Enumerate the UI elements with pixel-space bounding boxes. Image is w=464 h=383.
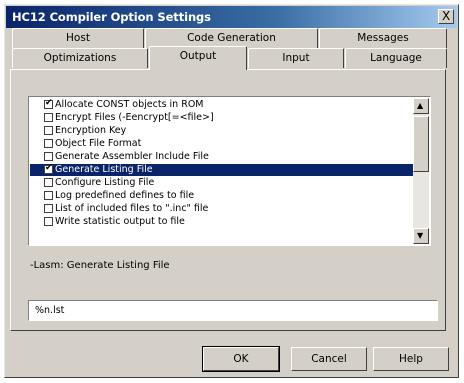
- list-item-label: Generate Assembler Include File: [55, 151, 209, 162]
- checkbox[interactable]: [44, 139, 53, 148]
- options-list[interactable]: ✔ Allocate CONST objects in ROM Encrypt …: [28, 96, 431, 246]
- tab-output[interactable]: Output: [149, 46, 247, 70]
- list-item-label: Log predefined defines to file: [55, 190, 195, 201]
- checkbox[interactable]: [44, 113, 53, 122]
- checkbox[interactable]: ✔: [44, 98, 53, 109]
- tab-host[interactable]: Host: [12, 28, 144, 48]
- help-button[interactable]: Help: [373, 347, 449, 371]
- checkbox[interactable]: [44, 126, 53, 135]
- tab-row-front: Optimizations Output Input Language: [12, 46, 448, 70]
- list-item-label: Write statistic output to file: [55, 216, 185, 227]
- tab-optimizations[interactable]: Optimizations: [12, 48, 148, 68]
- list-item-label: Generate Listing File: [55, 164, 153, 175]
- tab-input[interactable]: Input: [248, 48, 344, 68]
- check-icon: ✔: [45, 163, 53, 173]
- checkbox[interactable]: [44, 178, 53, 187]
- check-icon: ✔: [45, 98, 53, 108]
- cancel-button[interactable]: Cancel: [291, 347, 367, 371]
- checkbox[interactable]: [44, 191, 53, 200]
- list-item-label: Object File Format: [55, 138, 142, 149]
- checkbox[interactable]: ✔: [44, 163, 53, 174]
- option-description: -Lasm: Generate Listing File: [30, 260, 170, 271]
- tab-row-back: Host Code Generation Messages: [12, 28, 448, 48]
- list-item-label: Configure Listing File: [55, 177, 155, 188]
- list-item-label: Allocate CONST objects in ROM: [55, 99, 204, 110]
- arrow-up-icon: ▲: [417, 101, 424, 110]
- checkbox[interactable]: [44, 204, 53, 213]
- tab-code-generation[interactable]: Code Generation: [145, 28, 318, 48]
- arrow-down-icon: ▼: [417, 231, 424, 240]
- checkbox[interactable]: [44, 152, 53, 161]
- scroll-thumb[interactable]: [413, 116, 429, 172]
- tab-messages[interactable]: Messages: [319, 28, 447, 48]
- close-button[interactable]: X: [438, 9, 454, 24]
- window-title: HC12 Compiler Option Settings: [12, 10, 211, 24]
- checkbox[interactable]: [44, 217, 53, 226]
- title-bar[interactable]: HC12 Compiler Option Settings X: [6, 6, 457, 28]
- tab-language[interactable]: Language: [345, 48, 447, 68]
- ok-button[interactable]: OK: [202, 346, 280, 372]
- parameter-input[interactable]: %n.lst: [28, 300, 438, 321]
- list-item-selected[interactable]: ✔ Generate Listing File: [30, 163, 415, 176]
- scroll-down-button[interactable]: ▼: [413, 228, 429, 244]
- list-item-label: Encrypt Files (-Eencrypt[=<file>]: [55, 112, 214, 123]
- close-icon: X: [442, 9, 451, 23]
- list-item-label: List of included files to ".inc" file: [55, 203, 209, 214]
- list-item-label: Encryption Key: [55, 125, 127, 136]
- vertical-scrollbar[interactable]: ▲ ▼: [413, 98, 429, 244]
- scroll-up-button[interactable]: ▲: [413, 98, 429, 114]
